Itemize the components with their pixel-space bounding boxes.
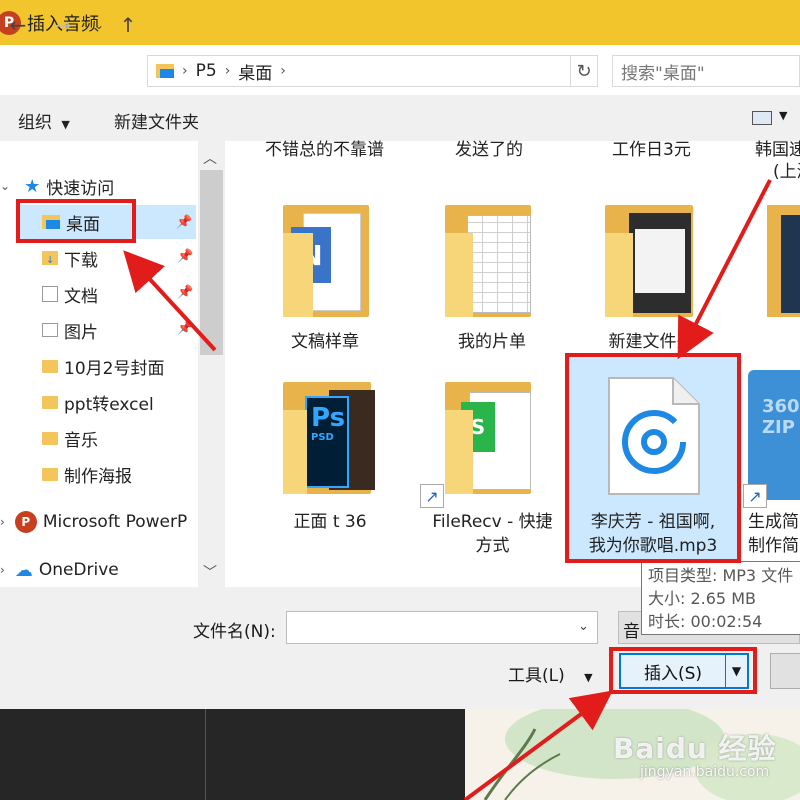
powerpoint-icon: P	[14, 511, 37, 533]
file-label[interactable]: 发送了的	[455, 135, 523, 160]
divider	[205, 709, 206, 800]
organize-dropdown-icon: ▼	[61, 118, 70, 131]
file-tooltip: 项目类型: MP3 文件 大小: 2.65 MB 时长: 00:02:54	[641, 561, 800, 635]
file-name[interactable]: 生成简 制作简	[748, 510, 800, 558]
folder-icon	[42, 431, 58, 445]
cancel-button[interactable]	[770, 653, 800, 689]
view-mode-icon[interactable]	[752, 111, 772, 125]
sidebar-item-folder[interactable]: ppt转excel	[42, 385, 154, 419]
file-name[interactable]: 新建文件夹	[592, 330, 710, 354]
search-input[interactable]: 搜索"桌面"	[612, 55, 800, 87]
tooltip-size: 大小: 2.65 MB	[648, 589, 756, 608]
nav-label: 10月2号封面	[64, 358, 165, 379]
new-folder-button[interactable]: 新建文件夹	[114, 108, 199, 133]
recent-locations-chevron-icon[interactable]: ⌄	[86, 12, 112, 38]
file-name[interactable]: 我的片单	[432, 330, 552, 354]
annotation-box-insert	[609, 647, 757, 694]
breadcrumb-separator-icon: ›	[182, 63, 188, 79]
filename-dropdown-icon[interactable]: ⌄	[578, 619, 589, 634]
address-bar[interactable]: › P5 › 桌面 › ⌄	[147, 55, 597, 87]
back-arrow-icon[interactable]: ←	[5, 12, 31, 38]
nav-label: ppt转excel	[64, 394, 154, 415]
nav-label: 音乐	[64, 430, 98, 451]
file-name[interactable]: FileRecv - 快捷 方式	[425, 510, 560, 558]
filename-label: 文件名(N):	[193, 622, 276, 642]
file-label[interactable]: 工作日3元	[612, 135, 691, 160]
view-mode-dropdown-icon[interactable]: ▼	[779, 109, 787, 122]
nav-label: Microsoft PowerP	[42, 512, 188, 532]
shortcut-arrow-icon: ↗	[743, 484, 767, 508]
folder-icon[interactable]	[445, 205, 531, 317]
nav-label: 文档	[64, 286, 98, 307]
nav-label: 制作海报	[64, 466, 132, 487]
expand-chevron-icon[interactable]: ›	[0, 563, 5, 577]
sidebar-item-pictures[interactable]: 图片	[42, 313, 98, 347]
sidebar-item-folder[interactable]: 音乐	[42, 421, 98, 455]
slide-area-dark	[0, 709, 465, 800]
breadcrumb-desktop[interactable]: 桌面	[238, 59, 272, 84]
tools-dropdown-icon: ▼	[584, 671, 593, 684]
annotation-box-desktop	[16, 199, 136, 243]
watermark-url: jingyan.baidu.com	[640, 764, 770, 780]
tooltip-duration: 时长: 00:02:54	[648, 612, 763, 631]
forward-arrow-icon[interactable]: →	[50, 12, 76, 38]
annotation-box-mp3	[565, 353, 741, 563]
nav-label: 快速访问	[46, 178, 115, 199]
pin-icon[interactable]: 📌	[177, 285, 193, 300]
pin-icon[interactable]: 📌	[177, 321, 193, 336]
nav-label: OneDrive	[38, 560, 119, 580]
folder-icon	[42, 395, 58, 409]
nav-microsoft-powerpoint[interactable]: › P Microsoft PowerP	[0, 505, 198, 539]
organize-button[interactable]: 组织 ▼	[18, 108, 70, 133]
folder-icon	[42, 359, 58, 373]
scroll-down-icon[interactable]: ﹀	[203, 562, 217, 582]
nav-onedrive[interactable]: › ☁ OneDrive	[0, 553, 119, 587]
folder-icon[interactable]	[605, 205, 695, 317]
document-icon	[42, 286, 58, 302]
nav-quick-access[interactable]: ⌄ ★ 快速访问	[0, 169, 114, 203]
up-arrow-icon[interactable]: ↑	[115, 12, 141, 38]
pin-icon[interactable]: 📌	[177, 249, 193, 264]
file-label[interactable]: (上海	[773, 157, 800, 182]
sidebar-item-folder[interactable]: 制作海报	[42, 457, 132, 491]
file-name[interactable]: 文稿样章	[270, 330, 380, 354]
file-label[interactable]: 不错总的不靠谱	[265, 135, 384, 160]
filename-input[interactable]	[286, 611, 598, 644]
scroll-up-icon[interactable]: ︿	[203, 148, 217, 168]
breadcrumb-separator-icon: ›	[280, 63, 286, 79]
pin-icon[interactable]: 📌	[176, 215, 192, 230]
expand-chevron-icon[interactable]: ›	[0, 515, 5, 529]
folder-icon[interactable]: S	[445, 382, 531, 494]
tools-button[interactable]: 工具(L) ▼	[508, 661, 593, 686]
breadcrumb-p5[interactable]: P5	[196, 61, 217, 81]
folder-icon	[42, 467, 58, 481]
shortcut-arrow-icon: ↗	[420, 484, 444, 508]
file-name[interactable]: 正面 t 36	[270, 510, 390, 534]
sidebar-item-downloads[interactable]: ↓ 下载	[42, 241, 98, 275]
organize-label: 组织	[18, 113, 52, 133]
cloud-icon: ☁	[14, 559, 33, 581]
watermark-brand: Baidu 经验	[613, 732, 777, 765]
nav-label: 下载	[64, 250, 98, 271]
tooltip-type: 项目类型: MP3 文件	[648, 566, 794, 585]
sidebar-item-folder[interactable]: 10月2号封面	[42, 349, 164, 383]
breadcrumb-separator-icon: ›	[224, 63, 231, 79]
nav-label: 图片	[64, 322, 98, 343]
nav-scrollbar-thumb[interactable]	[200, 170, 223, 355]
folder-icon[interactable]: N	[283, 205, 369, 317]
sidebar-item-documents[interactable]: 文档	[42, 277, 98, 311]
folder-icon[interactable]: Ps PSD	[283, 382, 375, 494]
star-icon: ★	[24, 175, 41, 197]
zip-file-icon[interactable]: 360 ZIP	[748, 370, 800, 500]
picture-icon	[42, 323, 58, 337]
refresh-icon[interactable]: ↻	[570, 55, 598, 87]
location-folder-icon	[156, 64, 174, 78]
download-folder-icon: ↓	[42, 251, 58, 266]
folder-icon[interactable]	[767, 205, 800, 317]
collapse-chevron-icon[interactable]: ⌄	[0, 179, 10, 193]
